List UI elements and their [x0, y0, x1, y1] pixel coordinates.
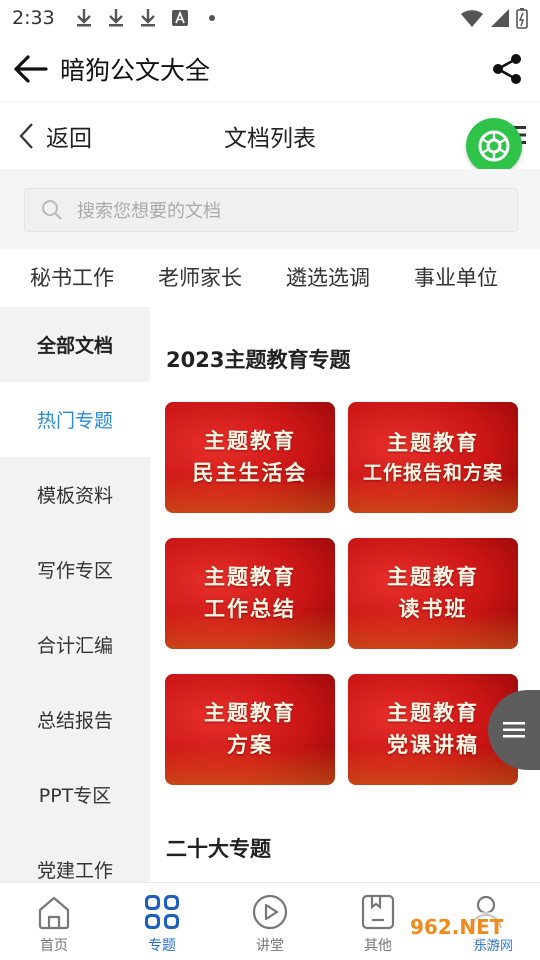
sidebar-item-reports[interactable]: 总结报告 — [0, 682, 150, 757]
list-icon — [503, 722, 525, 738]
card-line1: 主题教育 — [204, 701, 296, 725]
status-time: 2:33 — [12, 7, 55, 29]
play-icon — [250, 892, 290, 932]
sidebar-item-party-work[interactable]: 党建工作 — [0, 832, 150, 882]
home-icon — [34, 892, 74, 932]
topic-card[interactable]: 主题教育 工作报告和方案 — [348, 402, 518, 513]
section-title: 2023主题教育专题 — [166, 348, 351, 372]
aperture-icon — [478, 130, 510, 162]
nav-item-home[interactable]: 首页 — [0, 883, 108, 960]
category-tab[interactable]: 事业单位 — [392, 262, 520, 292]
card-line2: 读书班 — [398, 596, 468, 621]
nav-item-topics[interactable]: 专题 — [108, 883, 216, 960]
share-icon[interactable] — [474, 36, 540, 102]
sidebar-item-all-docs[interactable]: 全部文档 — [0, 307, 150, 382]
battery-icon — [516, 8, 528, 29]
card-line2: 工作总结 — [204, 596, 296, 621]
nav-label: 首页 — [40, 938, 68, 954]
main-content: 2023主题教育专题 主题教育 民主生活会 主题教育 工作报告和方案 主题教育 … — [150, 320, 540, 882]
grid-icon — [142, 892, 182, 932]
topic-cards: 主题教育 民主生活会 主题教育 工作报告和方案 主题教育 工作总结 主题教育 读… — [165, 402, 540, 785]
sidebar: 全部文档 热门专题 模板资料 写作专区 合计汇编 总结报告 PPT专区 党建工作 — [0, 307, 150, 882]
card-line2: 民主生活会 — [192, 460, 308, 485]
card-line1: 主题教育 — [387, 430, 479, 455]
card-line2: 党课讲稿 — [387, 732, 479, 757]
download-icon — [73, 7, 95, 29]
card-line1: 主题教育 — [204, 565, 296, 589]
card-line1: 主题教育 — [387, 565, 479, 589]
watermark-subtext: 乐游网 — [474, 939, 513, 954]
back-arrow-icon[interactable] — [0, 36, 60, 102]
sidebar-item-compilation[interactable]: 合计汇编 — [0, 607, 150, 682]
app-bar: 暗狗公文大全 — [0, 36, 540, 102]
status-right — [460, 7, 528, 29]
web-back-button[interactable]: 返回 — [0, 103, 140, 169]
watermark-text: 962.NET — [410, 915, 504, 939]
topic-card[interactable]: 主题教育 工作总结 — [165, 538, 335, 649]
sidebar-item-writing[interactable]: 写作专区 — [0, 532, 150, 607]
notification-dot-icon — [208, 15, 215, 21]
signal-icon — [491, 9, 509, 27]
topic-card[interactable]: 主题教育 读书班 — [348, 538, 518, 649]
wifi-icon — [461, 10, 483, 27]
card-line1: 主题教育 — [387, 701, 479, 725]
sidebar-item-templates[interactable]: 模板资料 — [0, 457, 150, 532]
card-line2: 方案 — [227, 732, 273, 757]
section-title: 二十大专题 — [166, 837, 271, 861]
nav-label: 其他 — [364, 938, 392, 954]
search-icon — [42, 200, 62, 220]
search-placeholder: 搜索您想要的文档 — [77, 201, 221, 222]
web-header: 返回 文档列表 — [0, 103, 540, 169]
card-line1: 主题教育 — [204, 429, 296, 453]
nav-item-lecture[interactable]: 讲堂 — [216, 883, 324, 960]
card-line2: 工作报告和方案 — [362, 462, 503, 484]
category-tab[interactable]: 遴选选调 — [264, 262, 392, 292]
download-icon — [137, 7, 159, 29]
sidebar-item-ppt[interactable]: PPT专区 — [0, 757, 150, 832]
green-shutter-button[interactable] — [466, 118, 522, 174]
sidebar-item-hot-topics[interactable]: 热门专题 — [0, 382, 150, 457]
topic-card[interactable]: 主题教育 方案 — [165, 674, 335, 785]
watermark-logo: 962.NET 乐游网 — [404, 912, 534, 954]
status-bar: 2:33 — [0, 0, 540, 36]
font-app-icon — [169, 7, 191, 29]
topic-card[interactable]: 主题教育 民主生活会 — [165, 402, 335, 513]
category-tab[interactable]: 老师家长 — [136, 262, 264, 292]
category-tabs: 秘书工作 老师家长 遴选选调 事业单位 — [0, 249, 540, 305]
back-label: 返回 — [46, 126, 92, 152]
nav-label: 讲堂 — [256, 938, 284, 954]
search-input[interactable]: 搜索您想要的文档 — [24, 188, 518, 232]
bookmark-icon — [358, 892, 398, 932]
search-section: 搜索您想要的文档 — [0, 169, 540, 249]
nav-label: 专题 — [148, 938, 176, 954]
category-tab[interactable]: 秘书工作 — [0, 262, 136, 292]
download-icon — [105, 7, 127, 29]
chevron-left-icon — [19, 123, 33, 149]
app-title: 暗狗公文大全 — [60, 55, 211, 85]
